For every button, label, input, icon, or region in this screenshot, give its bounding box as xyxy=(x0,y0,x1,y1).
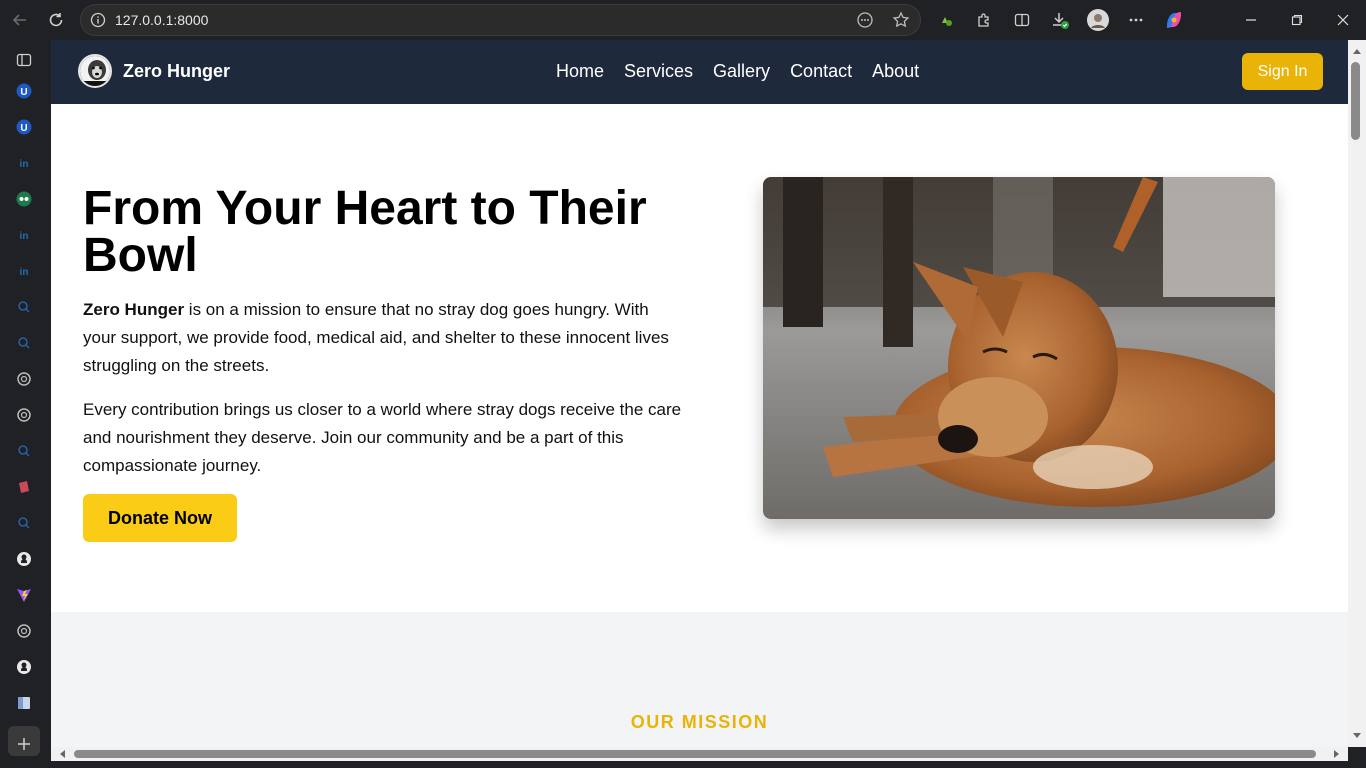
split-screen-icon[interactable] xyxy=(1010,8,1034,32)
site-info-icon[interactable] xyxy=(89,11,107,29)
site-navbar: Zero Hunger Home Services Gallery Contac… xyxy=(51,40,1348,104)
chatgpt-icon[interactable] xyxy=(12,367,36,391)
menu-gallery[interactable]: Gallery xyxy=(713,61,770,82)
extension-recycle-icon[interactable] xyxy=(934,8,958,32)
sign-in-button[interactable]: Sign In xyxy=(1242,53,1323,90)
upwork-icon[interactable]: U xyxy=(12,115,36,139)
menu-home[interactable]: Home xyxy=(556,61,604,82)
hero-paragraph-1: Zero Hunger is on a mission to ensure th… xyxy=(83,296,683,380)
back-icon[interactable] xyxy=(8,8,32,32)
add-icon[interactable] xyxy=(12,732,36,756)
menu-about[interactable]: About xyxy=(872,61,919,82)
menu-contact[interactable]: Contact xyxy=(790,61,852,82)
reload-icon[interactable] xyxy=(44,8,68,32)
reading-mode-icon[interactable] xyxy=(856,11,874,34)
svg-text:in: in xyxy=(20,267,29,278)
tripadvisor-icon[interactable] xyxy=(12,187,36,211)
donate-button[interactable]: Donate Now xyxy=(83,494,237,542)
upwork-icon[interactable]: U xyxy=(12,79,36,103)
linkedin-icon[interactable]: in xyxy=(12,259,36,283)
main-menu: Home Services Gallery Contact About xyxy=(556,61,939,82)
horizontal-scroll-thumb[interactable] xyxy=(74,750,1316,758)
page-viewport: Zero Hunger Home Services Gallery Contac… xyxy=(51,40,1348,747)
brand-logo[interactable] xyxy=(78,54,112,88)
search-icon[interactable] xyxy=(12,331,36,355)
search-icon[interactable] xyxy=(12,295,36,319)
search-icon[interactable] xyxy=(12,439,36,463)
menu-services[interactable]: Services xyxy=(624,61,693,82)
brand-name[interactable]: Zero Hunger xyxy=(123,61,230,82)
hero-dog-image xyxy=(763,177,1275,519)
url-text[interactable]: 127.0.0.1:8000 xyxy=(115,12,208,28)
search-icon[interactable] xyxy=(12,511,36,535)
downloads-icon[interactable] xyxy=(1048,8,1072,32)
address-bar[interactable]: 127.0.0.1:8000 xyxy=(80,4,921,36)
hero-paragraph-2: Every contribution brings us closer to a… xyxy=(83,400,682,475)
favorite-star-icon[interactable] xyxy=(892,11,910,34)
svg-text:U: U xyxy=(20,123,27,134)
browser-toolbar: 127.0.0.1:8000 xyxy=(0,0,1366,40)
mission-heading-clipped xyxy=(261,740,1141,747)
profile-avatar-icon[interactable] xyxy=(1086,8,1110,32)
window-bottom-edge xyxy=(0,761,1366,768)
reader-icon[interactable] xyxy=(12,691,36,715)
vite-icon[interactable] xyxy=(12,583,36,607)
mission-label: OUR MISSION xyxy=(630,712,769,732)
hero-title: From Your Heart to Their Bowl xyxy=(83,182,647,282)
linkedin-icon[interactable]: in xyxy=(12,223,36,247)
svg-text:in: in xyxy=(20,159,29,170)
svg-text:in: in xyxy=(20,231,29,242)
svg-text:U: U xyxy=(20,87,27,98)
panel-icon[interactable] xyxy=(12,48,36,72)
extensions-puzzle-icon[interactable] xyxy=(972,8,996,32)
github-icon[interactable] xyxy=(12,655,36,679)
restore-icon[interactable] xyxy=(1274,0,1320,40)
bookmark-icon[interactable] xyxy=(12,475,36,499)
github-icon[interactable] xyxy=(12,547,36,571)
more-options-icon[interactable] xyxy=(1124,8,1148,32)
chatgpt-icon[interactable] xyxy=(12,403,36,427)
close-icon[interactable] xyxy=(1320,0,1366,40)
hero-brand-strong: Zero Hunger xyxy=(83,300,185,319)
vertical-scroll-thumb[interactable] xyxy=(1351,62,1360,140)
minimize-icon[interactable] xyxy=(1228,0,1274,40)
chatgpt-icon[interactable] xyxy=(12,619,36,643)
copilot-icon[interactable] xyxy=(1162,8,1186,32)
linkedin-icon[interactable]: in xyxy=(12,151,36,175)
vertical-scrollbar[interactable] xyxy=(1348,40,1366,747)
mission-section: OUR MISSION xyxy=(51,612,1348,747)
